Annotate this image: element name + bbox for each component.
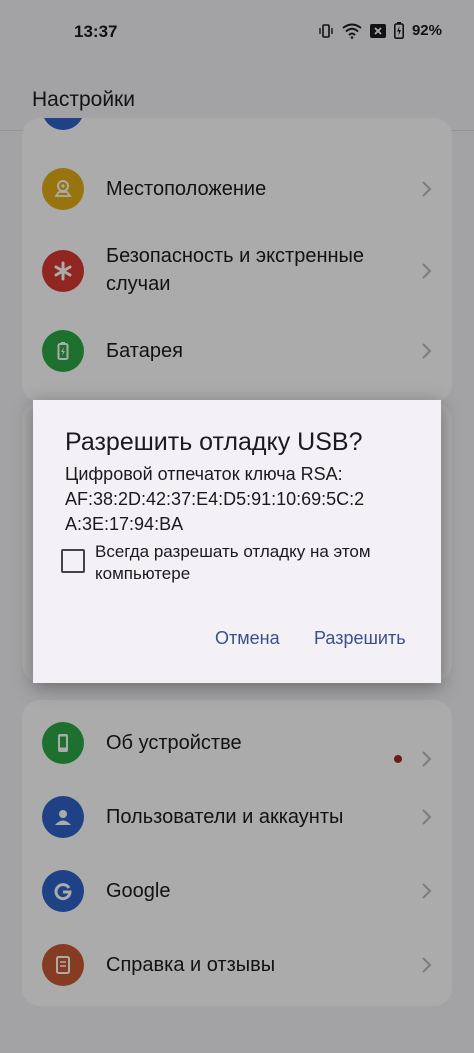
cancel-button[interactable]: Отмена bbox=[215, 628, 280, 649]
dialog-body: Цифровой отпечаток ключа RSA: AF:38:2D:4… bbox=[65, 462, 415, 537]
rsa-fingerprint-line2: A:3E:17:94:BA bbox=[65, 514, 184, 534]
always-allow-label: Всегда разрешать отладку на этом компьют… bbox=[95, 542, 371, 583]
always-allow-option[interactable]: Всегда разрешать отладку на этом компьют… bbox=[61, 539, 421, 587]
rsa-label: Цифровой отпечаток ключа RSA: bbox=[65, 464, 343, 484]
rsa-fingerprint-line1: AF:38:2D:42:37:E4:D5:91:10:69:5C:2 bbox=[65, 489, 365, 509]
dialog-title: Разрешить отладку USB? bbox=[65, 428, 363, 456]
usb-debugging-dialog: Разрешить отладку USB? Цифровой отпечато… bbox=[33, 400, 441, 683]
always-allow-checkbox[interactable] bbox=[61, 549, 85, 573]
allow-button[interactable]: Разрешить bbox=[314, 628, 406, 649]
